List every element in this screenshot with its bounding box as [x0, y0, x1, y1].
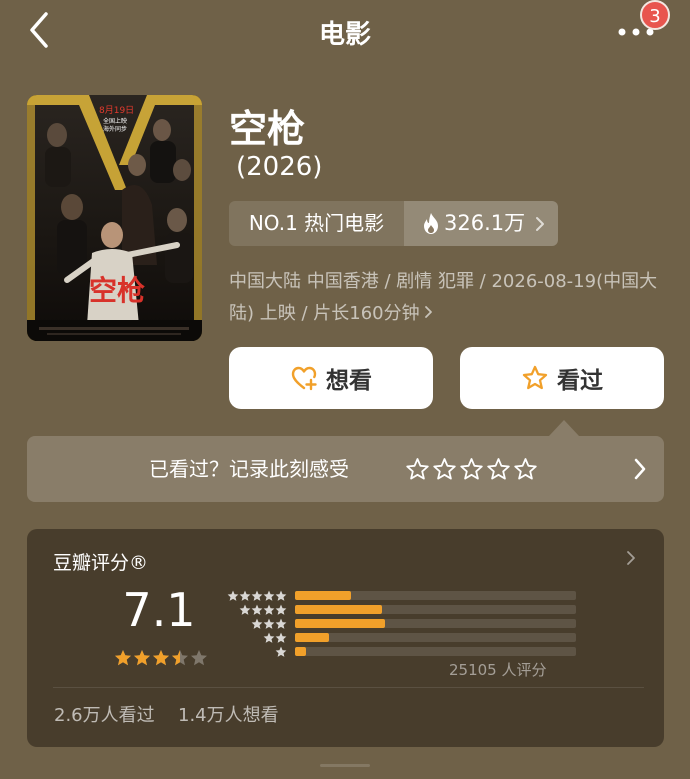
distribution-bar-track: [295, 647, 576, 656]
movie-info-text: 中国大陆 中国香港 / 剧情 犯罪 / 2026-08-19(中国大陆) 上映 …: [229, 271, 658, 324]
star-filled-icon: [153, 650, 169, 666]
distribution-stars: [227, 646, 287, 658]
distribution-bar-track: [295, 605, 576, 614]
rate-prompt-bar[interactable]: 已看过？记录此刻感受: [27, 436, 664, 502]
distribution-stars: [227, 604, 287, 616]
chevron-right-icon[interactable]: [626, 550, 636, 566]
star-small-icon: [275, 604, 287, 615]
distribution-bar-fill: [295, 605, 383, 614]
movie-info[interactable]: 中国大陆 中国香港 / 剧情 犯罪 / 2026-08-19(中国大陆) 上映 …: [229, 266, 669, 330]
want-to-watch-label: 想看: [326, 368, 372, 394]
star-small-icon: [251, 618, 263, 629]
distribution-row-5-star: [227, 589, 576, 602]
distribution-bar-track: [295, 591, 576, 600]
star-small-icon: [263, 590, 275, 601]
rating-stars-input[interactable]: [405, 457, 538, 482]
douban-rating-title: 豆瓣评分®: [53, 552, 149, 574]
star-small-icon: [239, 604, 251, 615]
star-half-icon: [172, 650, 188, 666]
star-small-icon: [239, 590, 251, 601]
want-to-watch-button[interactable]: 想看: [229, 347, 433, 409]
watched-count[interactable]: 2.6万人看过: [54, 701, 155, 727]
distribution-bar-fill: [295, 619, 385, 628]
distribution-row-2-star: [227, 631, 576, 644]
star-small-icon: [275, 632, 287, 643]
distribution-stars: [227, 590, 287, 602]
poster-title: 空枪: [89, 274, 145, 307]
star-small-icon: [227, 590, 239, 601]
heart-plus-icon: [291, 366, 317, 391]
star-outline-icon[interactable]: [513, 457, 538, 482]
rate-bar-pointer: [549, 420, 579, 436]
star-small-icon: [275, 590, 287, 601]
douban-rating-card[interactable]: 豆瓣评分® 7.1 25105 人评分 2.6万人看过 1.4万人想看: [27, 529, 664, 747]
poster-release-line2: 海外同步: [103, 125, 127, 133]
heat-index[interactable]: 326.1万: [404, 201, 558, 246]
chevron-right-icon: [536, 217, 544, 231]
douban-score: 7.1: [122, 583, 196, 637]
page-indicator: [320, 764, 370, 767]
star-filled-icon: [134, 650, 150, 666]
distribution-bar-track: [295, 619, 576, 628]
distribution-row-1-star: [227, 645, 576, 658]
distribution-stars: [227, 632, 287, 644]
page-title: 电影: [318, 20, 371, 50]
star-filled-icon: [115, 650, 131, 666]
movie-poster[interactable]: 8月19日 全国上映 海外同步 空枪: [27, 95, 202, 341]
poster-date: 8月19日: [99, 105, 134, 116]
star-small-icon: [251, 604, 263, 615]
heat-value: 326.1万: [444, 211, 526, 235]
star-small-icon: [263, 618, 275, 629]
star-small-icon: [275, 646, 287, 657]
star-small-icon: [263, 604, 275, 615]
poster-release-line1: 全国上映: [103, 117, 127, 125]
star-small-icon: [275, 618, 287, 629]
star-empty-icon: [191, 650, 207, 666]
star-small-icon: [263, 632, 275, 643]
star-small-icon: [251, 590, 263, 601]
ranking-box[interactable]: NO.1 热门电影 326.1万: [229, 201, 558, 246]
distribution-bar-fill: [295, 633, 329, 642]
notification-badge: 3: [640, 0, 670, 30]
star-outline-icon: [522, 365, 548, 390]
chevron-right-icon[interactable]: [632, 457, 648, 481]
chevron-right-icon: [424, 306, 432, 318]
movie-title: 空枪: [229, 107, 306, 151]
star-outline-icon[interactable]: [459, 457, 484, 482]
star-outline-icon[interactable]: [432, 457, 457, 482]
distribution-bar-fill: [295, 647, 307, 656]
distribution-bar-fill: [295, 591, 352, 600]
distribution-row-4-star: [227, 603, 576, 616]
want-count[interactable]: 1.4万人想看: [178, 701, 279, 727]
score-stars: [114, 649, 208, 667]
poster-artwork: 8月19日 全国上映 海外同步 空枪: [27, 95, 202, 341]
watched-label: 看过: [557, 368, 603, 394]
watched-button[interactable]: 看过: [460, 347, 664, 409]
distribution-bar-track: [295, 633, 576, 642]
rate-prompt-text: 已看过？记录此刻感受: [149, 457, 349, 481]
divider: [53, 687, 644, 688]
distribution-stars: [227, 618, 287, 630]
rank-label[interactable]: NO.1 热门电影: [229, 201, 404, 246]
movie-year: (2026): [236, 152, 323, 182]
rating-count: 25105 人评分: [449, 661, 547, 679]
star-outline-icon[interactable]: [405, 457, 430, 482]
fire-icon: [424, 213, 438, 234]
distribution-row-3-star: [227, 617, 576, 630]
star-outline-icon[interactable]: [486, 457, 511, 482]
